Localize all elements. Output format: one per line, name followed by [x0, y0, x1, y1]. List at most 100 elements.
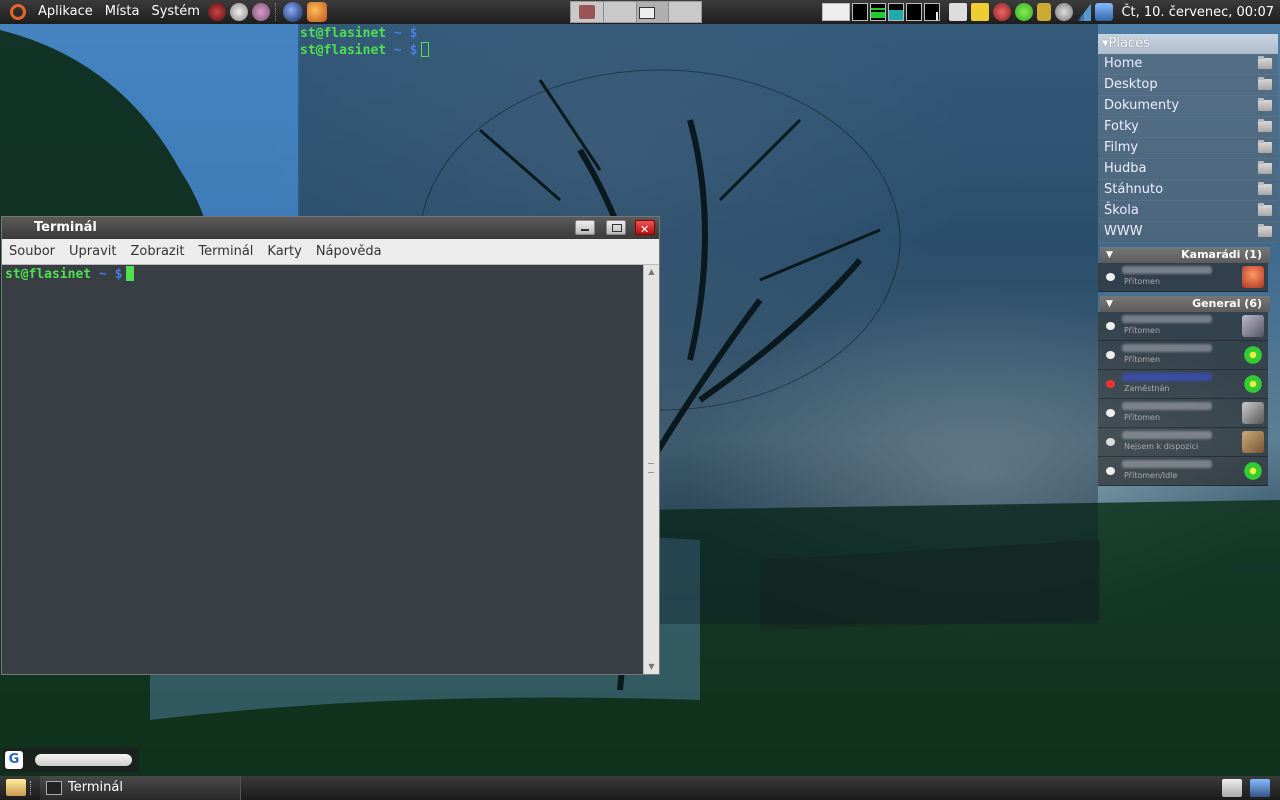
icq-flower-icon: [1242, 344, 1264, 366]
buddy-contact[interactable]: Zaměstnán: [1098, 370, 1268, 399]
place-hudba[interactable]: Hudba: [1098, 159, 1278, 180]
panel-separator: [30, 781, 33, 795]
status-idle-icon: [1106, 467, 1115, 475]
browser-icon[interactable]: [282, 2, 303, 22]
folder-icon: [1258, 161, 1272, 174]
menu-karty[interactable]: Karty: [260, 244, 308, 259]
place-desktop[interactable]: Desktop: [1098, 75, 1278, 96]
scroll-up-arrow-icon[interactable]: ▲: [645, 266, 658, 278]
network-monitor-icon: [870, 3, 887, 21]
clock[interactable]: Čt, 10. červenec, 00:07: [1121, 5, 1274, 20]
bottom-panel: Terminál: [0, 776, 1280, 800]
workspace-2[interactable]: [604, 2, 637, 22]
buddy-contact[interactable]: Přítomen: [1098, 341, 1268, 370]
status-available-icon: [1106, 409, 1115, 417]
status-away-icon: [1106, 438, 1115, 446]
memory-monitor-icon: [852, 3, 869, 21]
scroll-down-arrow-icon[interactable]: ▼: [645, 661, 658, 673]
buddy-group-kamaradi[interactable]: ▼ Kamarádi (1): [1100, 247, 1270, 263]
screenshot-icon[interactable]: [949, 3, 968, 21]
menu-system[interactable]: Systém: [145, 0, 205, 24]
menu-upravit[interactable]: Upravit: [62, 244, 123, 259]
firefox-icon[interactable]: [306, 2, 327, 22]
menu-napoveda[interactable]: Nápověda: [309, 244, 389, 259]
terminal-output[interactable]: st@flasinet ~ $: [2, 265, 644, 674]
ubuntu-logo-icon[interactable]: [10, 4, 26, 20]
place-fotky[interactable]: Fotky: [1098, 117, 1278, 138]
collapse-arrow-icon: ▼: [1106, 250, 1113, 260]
buddy-name-blurred: [1122, 373, 1212, 381]
keyring-icon[interactable]: [1055, 3, 1074, 21]
show-desktop-icon[interactable]: [6, 779, 26, 796]
place-filmy[interactable]: Filmy: [1098, 138, 1278, 159]
disk-monitor-icon: [924, 3, 941, 21]
workspace-switcher[interactable]: [570, 1, 702, 23]
buddy-contact[interactable]: Přítomen: [1098, 312, 1268, 341]
icq-flower-icon: [1242, 373, 1264, 395]
search-input[interactable]: [35, 754, 132, 766]
swap-monitor-icon: [888, 3, 905, 21]
folder-icon: [1258, 224, 1272, 237]
workspace-3[interactable]: [636, 2, 670, 22]
wifi-signal-icon[interactable]: [1077, 3, 1092, 21]
buddy-contact[interactable]: Nejsem k dispozici: [1098, 428, 1268, 457]
terminal-menubar: Soubor Upravit Zobrazit Terminál Karty N…: [2, 239, 659, 265]
menu-places[interactable]: Místa: [99, 0, 146, 24]
folder-icon: [1258, 98, 1272, 111]
buddy-group-general[interactable]: ▼ General (6): [1100, 296, 1270, 312]
google-icon[interactable]: G: [5, 751, 23, 769]
menu-soubor[interactable]: Soubor: [2, 244, 62, 259]
pidgin-icon[interactable]: [251, 3, 270, 21]
taskbar-item-terminal[interactable]: Terminál: [40, 776, 241, 800]
avatar: [1242, 315, 1264, 337]
buddy-contact[interactable]: Přítomen: [1098, 399, 1268, 428]
pidgin-status-icon[interactable]: [993, 3, 1012, 21]
trash-icon[interactable]: [1250, 779, 1270, 797]
online-status-icon[interactable]: [1015, 3, 1034, 21]
mail-icon[interactable]: [229, 3, 248, 21]
status-available-icon: [1106, 273, 1115, 281]
places-widget: ▾Places Home Desktop Dokumenty Fotky Fil…: [1098, 34, 1278, 486]
workspace-4[interactable]: [669, 2, 701, 22]
terminal-cursor: [126, 266, 135, 281]
places-header[interactable]: ▾Places: [1098, 34, 1278, 54]
buddy-contact[interactable]: Přítomen: [1098, 263, 1268, 292]
menu-zobrazit[interactable]: Zobrazit: [123, 244, 191, 259]
status-available-icon: [1106, 322, 1115, 330]
place-skola[interactable]: Škola: [1098, 201, 1278, 222]
folder-icon: [1258, 119, 1272, 132]
update-icon[interactable]: [1095, 3, 1114, 21]
buddy-name-blurred: [1122, 402, 1212, 410]
cpu-monitor-icon: [822, 3, 851, 21]
place-stahnuto[interactable]: Stáhnuto: [1098, 180, 1278, 201]
notes-icon[interactable]: [1222, 779, 1242, 797]
desktop-terminal-line-1: st@flasinet ~ $: [300, 26, 418, 41]
buddy-name-blurred: [1122, 266, 1212, 274]
place-home[interactable]: Home: [1098, 54, 1278, 75]
place-www[interactable]: WWW: [1098, 222, 1278, 243]
minimize-button[interactable]: [575, 220, 595, 235]
buddy-contact[interactable]: Přítomen/Idle: [1098, 457, 1268, 486]
terminal-scrollbar[interactable]: ▲ ▼: [643, 265, 659, 674]
desktop-terminal-line-2[interactable]: st@flasinet ~ $: [300, 42, 430, 59]
status-busy-icon: [1106, 380, 1115, 388]
terminal-cursor: [421, 42, 430, 57]
buddy-name-blurred: [1122, 315, 1212, 323]
music-player-icon[interactable]: [207, 3, 226, 21]
top-panel: Aplikace Místa Systém Čt, 10. červenec, …: [0, 0, 1280, 24]
maximize-button[interactable]: [606, 220, 626, 235]
menu-terminal[interactable]: Terminál: [191, 244, 260, 259]
avatar: [1242, 266, 1264, 288]
avatar: [1242, 431, 1264, 453]
terminal-window[interactable]: Terminál Soubor Upravit Zobrazit Terminá…: [1, 216, 660, 675]
folder-icon[interactable]: [971, 3, 990, 21]
lock-icon[interactable]: [1037, 3, 1052, 21]
scroll-grip[interactable]: [648, 463, 654, 473]
place-dokumenty[interactable]: Dokumenty: [1098, 96, 1278, 117]
folder-icon: [1258, 77, 1272, 90]
buddy-name-blurred: [1122, 431, 1212, 439]
close-button[interactable]: [635, 219, 655, 241]
terminal-titlebar[interactable]: Terminál: [2, 217, 659, 241]
menu-applications[interactable]: Aplikace: [32, 0, 99, 24]
workspace-1[interactable]: [571, 2, 604, 22]
